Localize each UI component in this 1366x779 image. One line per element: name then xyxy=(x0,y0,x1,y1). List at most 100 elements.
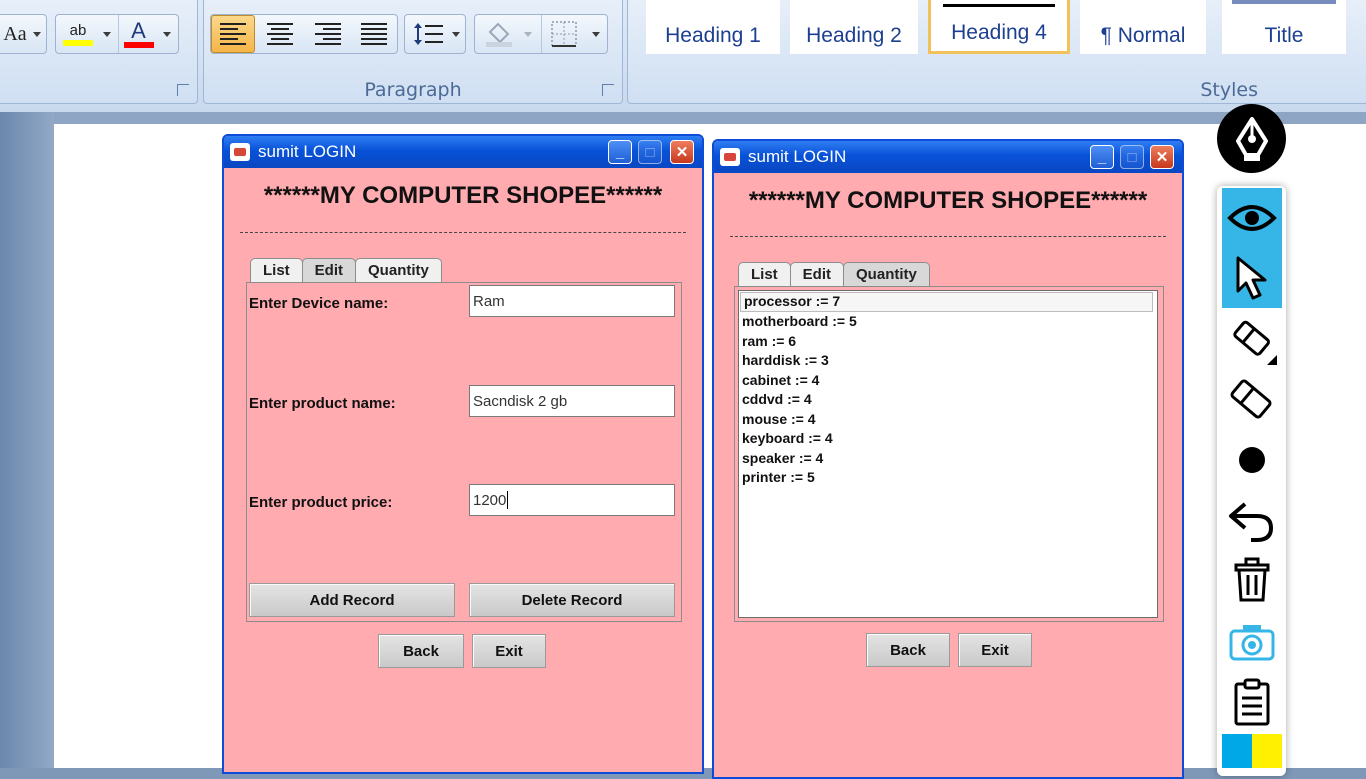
quantity-list[interactable]: processor := 7 motherboard := 5 ram := 6… xyxy=(738,290,1158,618)
eraser-tool[interactable] xyxy=(1222,370,1282,430)
product-price-field[interactable]: 1200 xyxy=(469,484,675,516)
exit-button[interactable]: Exit xyxy=(958,633,1032,667)
font-color-icon: A xyxy=(131,17,146,43)
undo-tool[interactable] xyxy=(1222,490,1282,550)
exit-button[interactable]: Exit xyxy=(472,634,546,668)
text-caret xyxy=(507,491,509,509)
shading-borders-toolbar xyxy=(474,14,608,54)
justify-icon xyxy=(361,23,387,45)
font-dialog-launcher-icon[interactable] xyxy=(177,84,189,96)
style-heading-1[interactable]: Heading 1 xyxy=(646,0,780,54)
highlight-dropdown[interactable] xyxy=(98,15,116,53)
list-item[interactable]: cabinet := 4 xyxy=(739,371,1157,391)
minimize-button[interactable]: _ xyxy=(608,140,632,164)
cursor-tool[interactable] xyxy=(1222,248,1282,308)
tab-quantity[interactable]: Quantity xyxy=(355,258,442,282)
shading-button[interactable] xyxy=(479,15,519,53)
dot-icon xyxy=(1239,447,1265,473)
maximize-icon: □ xyxy=(1127,148,1137,166)
highlight-fontcolor-toolbar: ab A xyxy=(55,14,179,54)
minimize-button[interactable]: _ xyxy=(1090,145,1114,169)
maximize-button[interactable]: □ xyxy=(1120,145,1144,169)
product-name-label: Enter product name: xyxy=(249,395,396,412)
product-name-value: Sacndisk 2 gb xyxy=(473,392,568,410)
list-item[interactable]: printer := 5 xyxy=(739,468,1157,488)
tab-list[interactable]: List xyxy=(738,262,791,286)
java-app-icon xyxy=(720,148,740,166)
camera-icon xyxy=(1229,625,1275,661)
style-heading-4[interactable]: Heading 4 xyxy=(928,0,1070,54)
align-right-button[interactable] xyxy=(305,15,351,53)
align-center-icon xyxy=(267,23,293,45)
product-name-field[interactable]: Sacndisk 2 gb xyxy=(469,385,675,417)
maximize-button[interactable]: □ xyxy=(638,140,662,164)
tab-edit[interactable]: Edit xyxy=(789,262,845,286)
list-item[interactable]: harddisk := 3 xyxy=(739,351,1157,371)
list-item[interactable]: keyboard := 4 xyxy=(739,429,1157,449)
window-titlebar[interactable]: sumit LOGIN _ □ ✕ xyxy=(224,136,702,168)
style-label: Title xyxy=(1264,24,1304,47)
styles-group: Heading 1 Heading 2 Heading 4 ¶ Normal T… xyxy=(627,0,1366,104)
style-label: Heading 2 xyxy=(806,24,902,47)
shop-heading: ******MY COMPUTER SHOPEE****** xyxy=(748,187,1148,214)
list-item[interactable]: processor := 7 xyxy=(740,292,1153,312)
list-item[interactable]: ram := 6 xyxy=(739,332,1157,352)
text-highlight-button[interactable]: ab xyxy=(58,15,98,53)
quantity-panel: processor := 7 motherboard := 5 ram := 6… xyxy=(734,286,1164,622)
list-item[interactable]: motherboard := 5 xyxy=(739,312,1157,332)
pen-size-tool[interactable] xyxy=(1222,430,1282,490)
color-palette-tool[interactable] xyxy=(1222,734,1282,768)
screenshot-tool[interactable] xyxy=(1222,612,1282,672)
device-name-value: Ram xyxy=(473,292,505,310)
login-window-quantity: sumit LOGIN _ □ ✕ ******MY COMPUTER SHOP… xyxy=(712,139,1184,779)
paragraph-dialog-launcher-icon[interactable] xyxy=(602,84,614,96)
minimize-icon: _ xyxy=(1097,148,1107,166)
chevron-down-icon xyxy=(524,31,532,37)
add-record-button[interactable]: Add Record xyxy=(249,583,455,617)
font-color-button[interactable]: A xyxy=(118,15,158,53)
eye-tool[interactable] xyxy=(1222,188,1282,248)
clipboard-icon xyxy=(1234,678,1270,726)
tab-quantity[interactable]: Quantity xyxy=(843,262,930,286)
color-swatch-icon xyxy=(1222,734,1282,768)
change-case-label: Aa xyxy=(3,22,27,45)
edit-panel: Enter Device name: Ram Enter product nam… xyxy=(246,282,682,622)
font-color-dropdown[interactable] xyxy=(158,15,176,53)
style-preview-rule xyxy=(943,4,1055,7)
style-title[interactable]: Title xyxy=(1222,0,1346,54)
back-button[interactable]: Back xyxy=(378,634,464,668)
style-normal[interactable]: ¶ Normal xyxy=(1080,0,1206,54)
line-spacing-button[interactable] xyxy=(404,14,466,54)
eraser-icon xyxy=(1230,379,1272,419)
delete-record-button[interactable]: Delete Record xyxy=(469,583,675,617)
list-item[interactable]: cddvd := 4 xyxy=(739,390,1157,410)
justify-button[interactable] xyxy=(351,15,397,53)
style-heading-2[interactable]: Heading 2 xyxy=(790,0,918,54)
align-center-button[interactable] xyxy=(257,15,303,53)
borders-button[interactable] xyxy=(541,15,585,53)
java-app-icon xyxy=(230,143,250,161)
annotation-toolbar xyxy=(1217,186,1286,776)
list-item[interactable]: speaker := 4 xyxy=(739,449,1157,469)
tab-bar: List Edit Quantity xyxy=(738,262,930,286)
paragraph-group: Paragraph xyxy=(203,0,623,104)
window-title: sumit LOGIN xyxy=(748,147,847,166)
eraser-options-tool[interactable] xyxy=(1222,310,1282,370)
align-left-button[interactable] xyxy=(211,15,255,53)
back-button[interactable]: Back xyxy=(866,633,950,667)
clipboard-tool[interactable] xyxy=(1222,672,1282,732)
window-titlebar[interactable]: sumit LOGIN _ □ ✕ xyxy=(714,141,1182,173)
close-button[interactable]: ✕ xyxy=(1150,145,1174,169)
close-button[interactable]: ✕ xyxy=(670,140,694,164)
product-price-value: 1200 xyxy=(473,491,507,509)
list-item[interactable]: mouse := 4 xyxy=(739,410,1157,430)
tab-edit[interactable]: Edit xyxy=(301,258,357,282)
ruler-strip xyxy=(0,112,1366,124)
pen-logo-icon[interactable] xyxy=(1217,104,1286,173)
paragraph-group-label: Paragraph xyxy=(364,79,462,101)
clear-tool[interactable] xyxy=(1222,550,1282,610)
change-case-button[interactable]: Aa xyxy=(0,14,47,54)
device-name-field[interactable]: Ram xyxy=(469,285,675,317)
trash-icon xyxy=(1234,557,1270,602)
tab-list[interactable]: List xyxy=(250,258,303,282)
